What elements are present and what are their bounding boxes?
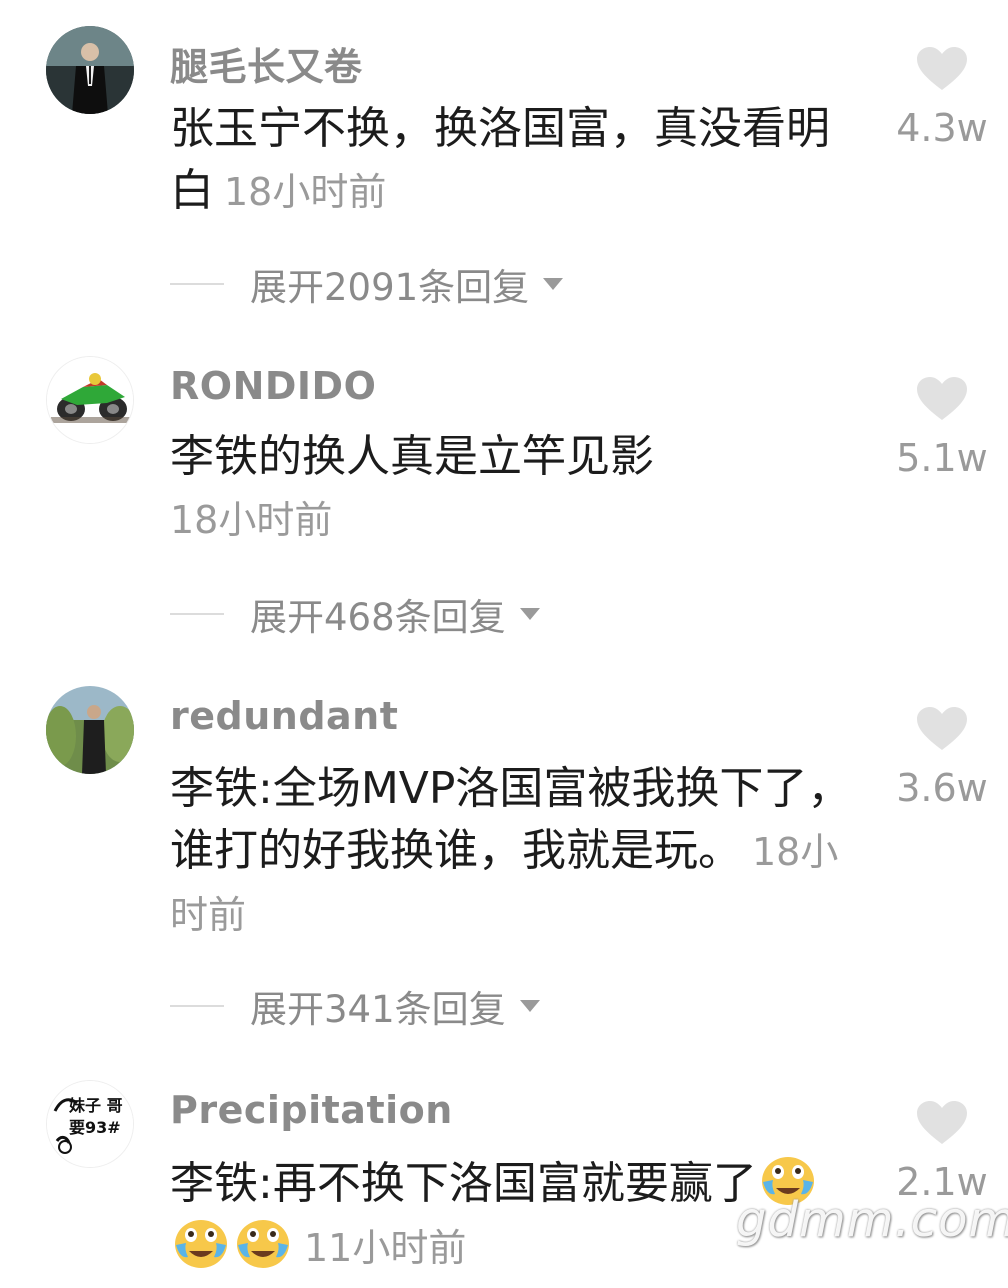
caret-down-icon (543, 278, 564, 290)
expand-replies-button[interactable]: 展开341条回复 (170, 981, 540, 1031)
like-count: 5.1w (896, 436, 988, 480)
crying-laughing-emoji-icon (172, 1215, 230, 1271)
caret-down-icon (519, 608, 540, 620)
comment-time: 18小时前 (224, 170, 387, 214)
like-button[interactable]: 2.1w (896, 1100, 988, 1204)
username[interactable]: Precipitation (170, 1088, 453, 1132)
avatar[interactable]: 妹子 哥要93# (46, 1080, 134, 1168)
heart-icon (917, 707, 967, 750)
motorcycle-avatar-icon (47, 357, 133, 443)
like-count: 3.6w (896, 766, 988, 810)
expand-replies-label: 展开341条回复 (250, 988, 506, 1031)
like-button[interactable]: 5.1w (896, 376, 988, 480)
username[interactable]: RONDIDO (170, 364, 376, 408)
expand-replies-label: 展开468条回复 (250, 596, 506, 639)
expand-replies-button[interactable]: 展开468条回复 (170, 589, 540, 639)
avatar[interactable] (46, 356, 134, 444)
avatar[interactable] (46, 26, 134, 114)
person-outdoors-avatar-icon (46, 686, 134, 774)
comment-time: 11小时前 (304, 1226, 467, 1270)
username[interactable]: 腿毛长又卷 (170, 36, 363, 91)
like-button[interactable]: 4.3w (896, 46, 988, 150)
expand-replies-button[interactable]: 展开2091条回复 (170, 259, 564, 309)
divider-line (170, 1005, 224, 1007)
avatar-handwriting-text: 妹子 哥要93# (69, 1096, 123, 1137)
expand-replies-label: 展开2091条回复 (250, 266, 530, 309)
username[interactable]: redundant (170, 694, 398, 738)
divider-line (170, 283, 224, 285)
watermark: gdmm.com (736, 1192, 1008, 1248)
caret-down-icon (519, 1000, 540, 1012)
avatar[interactable] (46, 686, 134, 774)
heart-icon (917, 377, 967, 420)
man-in-suit-avatar-icon (46, 26, 134, 114)
crying-laughing-emoji-icon (234, 1215, 292, 1271)
divider-line (170, 613, 224, 615)
heart-icon (917, 47, 967, 90)
comment-text: 李铁:全场MVP洛国富被我换下了，谁打的好我换谁，我就是玩。 (170, 763, 852, 876)
heart-icon (917, 1101, 967, 1144)
comment-text: 李铁的换人真是立竿见影 (170, 431, 654, 482)
comment-text-block: 张玉宁不换，换洛国富，真没看明白 18小时前 (170, 98, 860, 223)
like-count: 4.3w (896, 106, 988, 150)
comment-text-block: 李铁的换人真是立竿见影 18小时前 (170, 426, 860, 551)
comment-text: 李铁:再不换下洛国富就要赢了 (170, 1158, 757, 1209)
comment-text-block: 李铁:全场MVP洛国富被我换下了，谁打的好我换谁，我就是玩。 18小时前 (170, 758, 860, 946)
comment-time: 18小时前 (170, 498, 333, 542)
like-button[interactable]: 3.6w (896, 706, 988, 810)
